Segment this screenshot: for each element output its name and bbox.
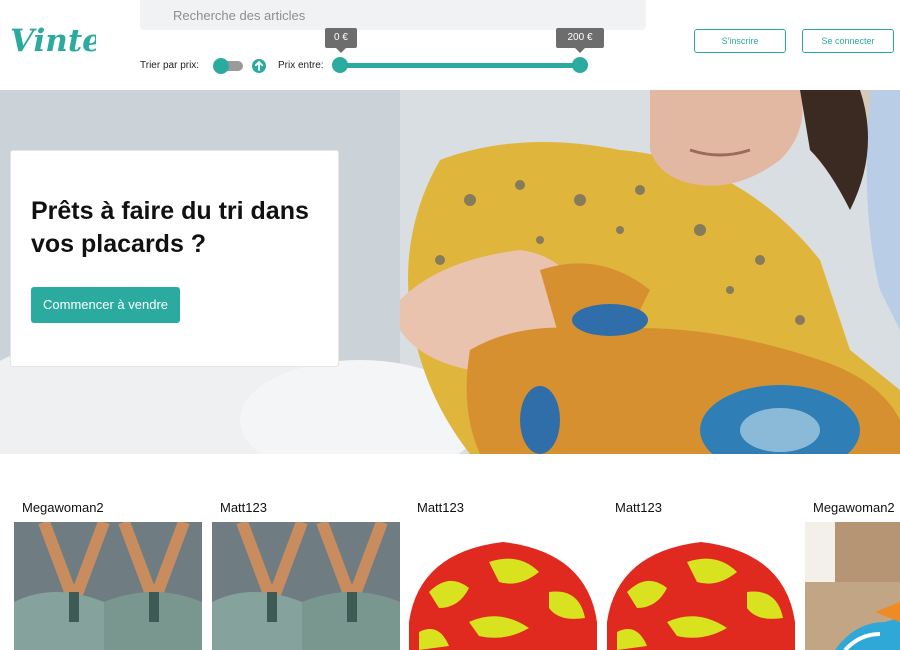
item-username[interactable]: Megawoman2	[22, 500, 104, 515]
item-username[interactable]: Matt123	[220, 500, 267, 515]
bucket-hat-photo[interactable]	[607, 522, 795, 650]
sort-price-toggle[interactable]	[213, 58, 243, 74]
login-button[interactable]: Se connecter	[802, 29, 894, 53]
item-feed: Megawoman2 Matt123 Matt123 Matt123 Megaw…	[0, 454, 900, 650]
hangers-photo[interactable]	[14, 522, 202, 650]
header: Vinted Trier par prix: Prix entre: 0 € 2…	[0, 0, 900, 90]
item-username[interactable]: Matt123	[615, 500, 662, 515]
search-bar	[140, 0, 646, 30]
item-card[interactable]: Megawoman2	[14, 454, 202, 650]
item-card[interactable]: Megawoman2	[805, 454, 900, 650]
hero-card: Prêts à faire du tri dans vos placards ?…	[10, 150, 339, 367]
hero-banner: Prêts à faire du tri dans vos placards ?…	[0, 90, 900, 454]
sort-by-price-label: Trier par prix:	[140, 60, 200, 71]
item-card[interactable]: Matt123	[212, 454, 400, 650]
arrow-up-icon[interactable]	[252, 59, 266, 73]
item-card[interactable]: Matt123	[607, 454, 795, 650]
price-max-handle[interactable]	[572, 57, 588, 73]
price-min-handle[interactable]	[332, 57, 348, 73]
bucket-hat-photo[interactable]	[409, 522, 597, 650]
price-range-label: Prix entre:	[278, 60, 324, 71]
sneakers-photo[interactable]	[805, 522, 900, 650]
price-range-track	[340, 63, 580, 68]
item-username[interactable]: Megawoman2	[813, 500, 895, 515]
search-input[interactable]	[140, 0, 646, 30]
svg-text:Vinted: Vinted	[10, 23, 96, 58]
hero-title: Prêts à faire du tri dans vos placards ?	[31, 197, 309, 258]
item-username[interactable]: Matt123	[417, 500, 464, 515]
signup-button[interactable]: S'inscrire	[694, 29, 786, 53]
toggle-knob	[213, 58, 229, 74]
item-card[interactable]: Matt123	[409, 454, 597, 650]
start-selling-button[interactable]: Commencer à vendre	[31, 287, 180, 323]
vinted-logo[interactable]: Vinted	[8, 18, 124, 59]
price-max-tooltip: 200 €	[556, 28, 604, 53]
price-min-tooltip: 0 €	[325, 28, 357, 53]
price-range-slider[interactable]	[332, 56, 590, 76]
hangers-photo[interactable]	[212, 522, 400, 650]
